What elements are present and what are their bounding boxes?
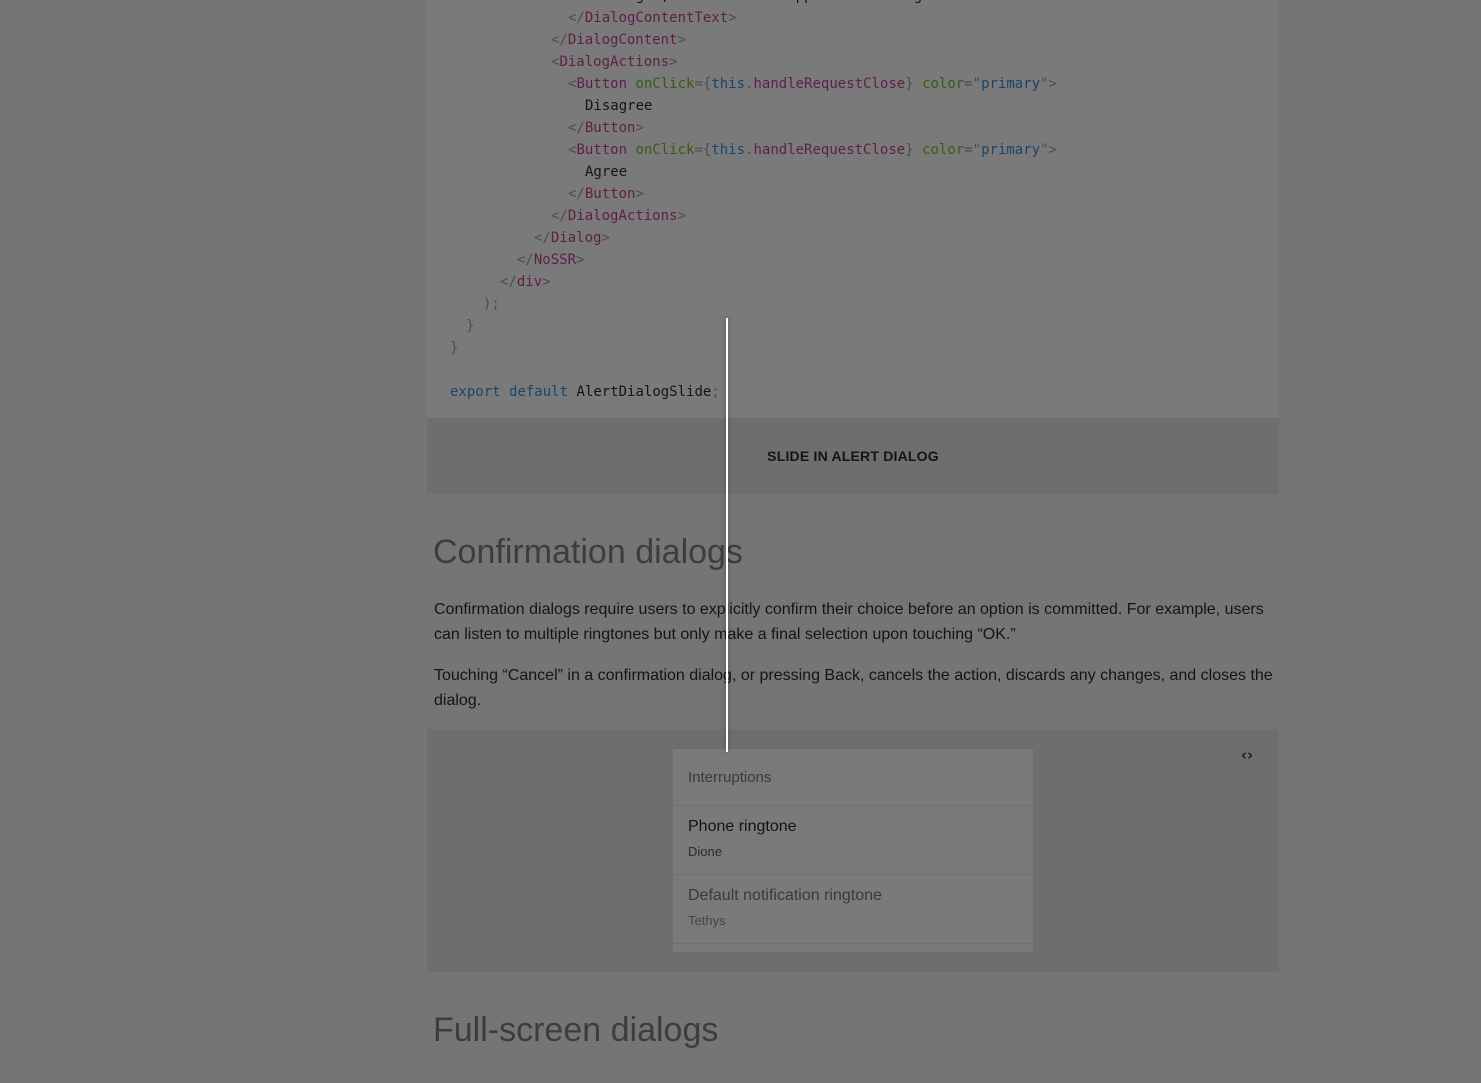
code-token: > <box>635 120 644 136</box>
code-token: DialogContent <box>567 32 678 48</box>
code-token: to Google, even when no apps are running… <box>585 0 931 4</box>
code-line: export default AlertDialogSlide; <box>450 381 720 403</box>
code-token: default <box>509 384 569 400</box>
code-token: </ <box>568 120 585 136</box>
code-line: </DialogContent> <box>551 29 686 51</box>
code-token: DialogContentText <box>584 10 729 26</box>
code-line: </DialogContentText> <box>568 7 737 29</box>
confirmation-paragraph-2: Touching “Cancel” in a confirmation dial… <box>434 667 1273 709</box>
code-token: primary <box>981 142 1041 158</box>
code-block: to Google, even when no apps are running… <box>427 0 1279 418</box>
code-token: DialogActions <box>559 54 670 70</box>
ringtone-list-card: Interruptions Phone ringtone Dione Defau… <box>673 749 1033 952</box>
code-token: AlertDialogSlide <box>568 384 712 400</box>
code-token: Dialog <box>550 230 602 246</box>
text-cursor <box>726 318 728 752</box>
list-divider <box>673 943 1033 944</box>
slide-in-alert-dialog-button[interactable]: Slide in alert dialog <box>764 440 942 472</box>
code-token: color <box>922 142 965 158</box>
list-item-secondary: Tethys <box>688 913 726 928</box>
code-token: onClick <box>635 142 695 158</box>
code-token: DialogActions <box>567 208 678 224</box>
confirmation-demo-area: ‹› Interruptions Phone ringtone Dione De… <box>427 729 1279 972</box>
code-token: onClick <box>635 76 695 92</box>
code-token: </ <box>500 274 517 290</box>
code-token: export <box>450 384 501 400</box>
code-line: <DialogActions> <box>551 51 677 73</box>
docs-page: to Google, even when no apps are running… <box>0 0 1481 1083</box>
code-line: </NoSSR> <box>517 249 584 271</box>
code-token: } <box>905 76 914 92</box>
code-token: Button <box>584 120 636 136</box>
code-token: handleRequestClose <box>753 142 906 158</box>
code-token: Disagree <box>585 98 653 114</box>
code-token: "> <box>1040 76 1057 92</box>
list-item-default-notification-ringtone[interactable]: Default notification ringtone Tethys <box>673 875 1033 943</box>
code-token: color <box>922 76 965 92</box>
code-token: > <box>677 32 686 48</box>
code-line: <Button onClick={this.handleRequestClose… <box>568 139 1057 161</box>
list-subheader: Interruptions <box>688 769 772 786</box>
code-token: </ <box>568 10 585 26</box>
code-token: } <box>466 318 475 334</box>
list-item-primary: Phone ringtone <box>688 818 797 835</box>
code-line: </div> <box>500 271 551 293</box>
code-token: ; <box>711 384 720 400</box>
code-token: Button <box>576 76 628 92</box>
code-token: "> <box>1040 142 1057 158</box>
list-item-phone-ringtone[interactable]: Phone ringtone Dione <box>673 806 1033 874</box>
code-icon[interactable]: ‹› <box>1235 743 1259 767</box>
code-token: =" <box>964 142 982 158</box>
full-screen-dialogs-heading: Full-screen dialogs <box>433 1011 719 1049</box>
code-token: > <box>669 54 678 70</box>
confirmation-paragraph-1: Confirmation dialogs require users to ex… <box>434 601 1264 643</box>
code-token: NoSSR <box>533 252 577 268</box>
list-item-secondary: Dione <box>688 844 722 859</box>
code-token: > <box>601 230 610 246</box>
code-token: </ <box>568 186 585 202</box>
code-token: ); <box>483 296 500 312</box>
code-token: > <box>728 10 737 26</box>
code-token: > <box>677 208 686 224</box>
code-token: Button <box>584 186 636 202</box>
code-token: this <box>711 76 746 92</box>
code-line: </Button> <box>568 183 644 205</box>
code-token: this <box>711 142 746 158</box>
code-line: ); <box>483 293 500 315</box>
code-token: primary <box>981 76 1041 92</box>
code-token: </ <box>517 252 534 268</box>
code-line: to Google, even when no apps are running… <box>585 0 931 7</box>
code-line: } <box>466 315 474 337</box>
code-line: </Dialog> <box>534 227 610 249</box>
code-token: div <box>516 274 543 290</box>
code-token: </ <box>551 32 568 48</box>
code-token: =" <box>964 76 982 92</box>
code-line: Agree <box>585 161 627 183</box>
code-token: ={ <box>694 142 712 158</box>
code-token: > <box>542 274 551 290</box>
code-token: </ <box>534 230 551 246</box>
demo-bar: Slide in alert dialog <box>427 418 1279 494</box>
code-token: Agree <box>585 164 628 180</box>
code-token: ={ <box>694 76 712 92</box>
code-line: </Button> <box>568 117 644 139</box>
code-line: Disagree <box>585 95 652 117</box>
code-token: handleRequestClose <box>753 76 906 92</box>
code-token: } <box>450 340 459 356</box>
code-token: > <box>576 252 585 268</box>
list-item-primary: Default notification ringtone <box>688 887 882 904</box>
code-token: </ <box>551 208 568 224</box>
code-line: <Button onClick={this.handleRequestClose… <box>568 73 1057 95</box>
code-line: </DialogActions> <box>551 205 686 227</box>
code-token: > <box>635 186 644 202</box>
confirmation-dialogs-heading: Confirmation dialogs <box>433 533 743 571</box>
code-line: } <box>450 337 458 359</box>
code-token: } <box>905 142 914 158</box>
code-token: Button <box>576 142 628 158</box>
